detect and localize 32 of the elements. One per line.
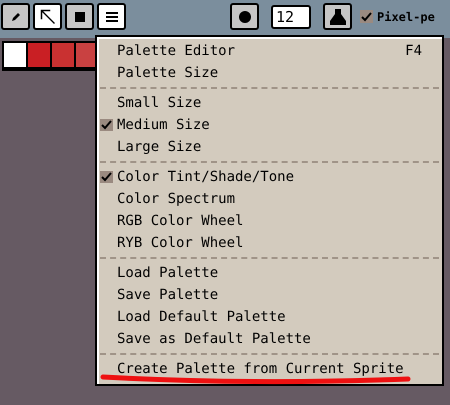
menu-item[interactable]: Create Palette from Current Sprite (97, 358, 442, 380)
square-icon (74, 12, 84, 22)
checkbox-label: Pixel-pe (377, 8, 435, 26)
menu-item[interactable]: Save Palette (97, 284, 442, 306)
palette-swatch[interactable] (28, 43, 50, 67)
pencil-icon (10, 10, 22, 22)
checkbox[interactable] (360, 10, 373, 23)
ink-bottle-icon (328, 8, 346, 26)
menu-item[interactable]: RYB Color Wheel (97, 232, 442, 254)
menu-item[interactable]: Load Default Palette (97, 306, 442, 328)
palette-swatch[interactable] (4, 43, 26, 67)
palette-swatch[interactable] (52, 43, 74, 67)
shortcut-label: F4 (405, 42, 422, 60)
menu-item[interactable]: Medium Size (97, 114, 442, 136)
brush-size-field[interactable]: 12 (271, 4, 311, 28)
menu-item[interactable]: Save as Default Palette (97, 328, 442, 350)
menu-icon (106, 12, 118, 22)
brush-button[interactable] (323, 3, 352, 30)
menu-item[interactable]: Load Palette (97, 262, 442, 284)
menu-item[interactable]: Palette Size (97, 62, 442, 84)
circle-brush-icon (238, 10, 250, 22)
menu-item[interactable]: RGB Color Wheel (97, 210, 442, 232)
tool-button[interactable] (33, 3, 62, 30)
tool-button[interactable] (1, 3, 30, 30)
tool-button[interactable] (97, 3, 126, 30)
menu-item[interactable]: Color Spectrum (97, 188, 442, 210)
tool-button[interactable] (65, 3, 94, 30)
menu-item[interactable]: Small Size (97, 92, 442, 114)
menu-item[interactable]: Palette Editor F4 (97, 40, 442, 62)
menu-item[interactable]: Large Size (97, 136, 442, 158)
menu-item[interactable]: Color Tint/Shade/Tone (97, 166, 442, 188)
brush-button[interactable] (230, 3, 259, 30)
